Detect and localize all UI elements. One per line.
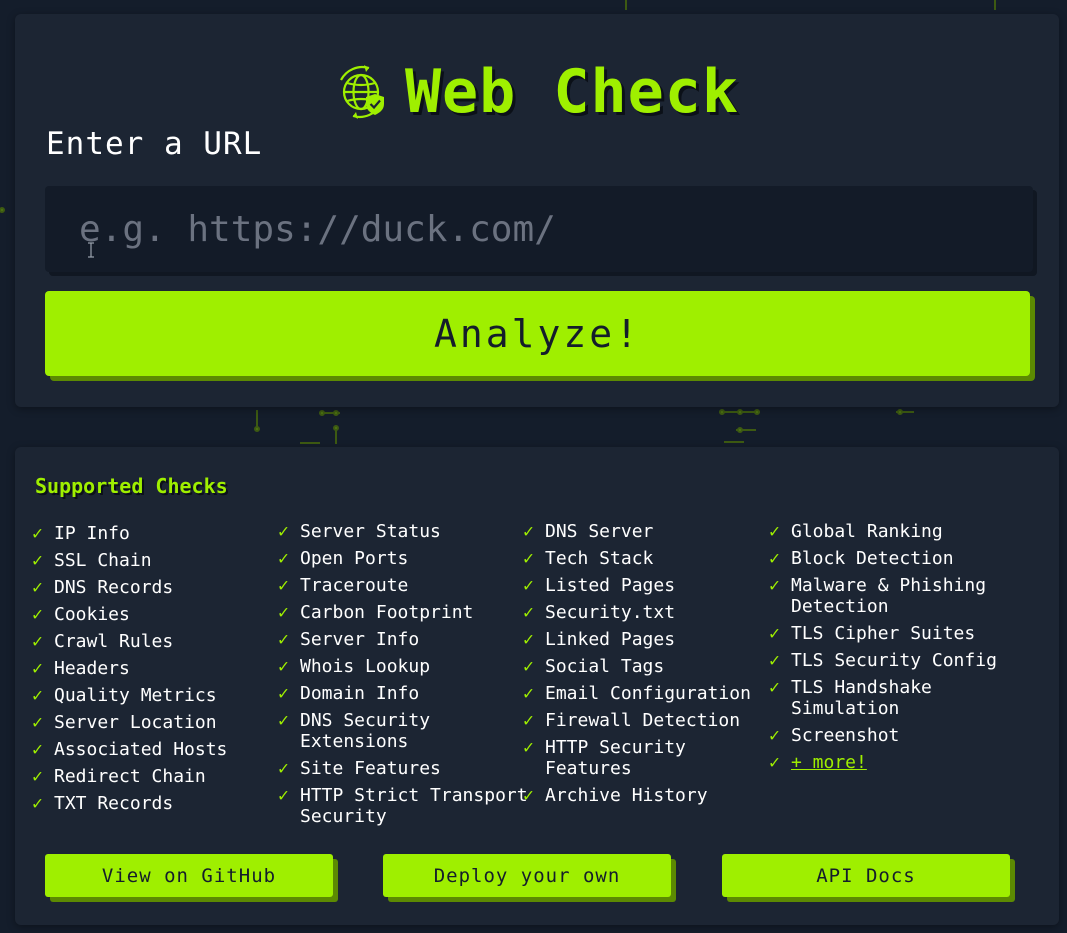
check-item: ✓ DNS Security Extensions xyxy=(278,710,431,752)
check-item: ✓ SSL Chain xyxy=(32,550,152,571)
check-icon: ✓ xyxy=(278,602,289,623)
check-item: ✓ Headers xyxy=(32,658,130,679)
analyze-button[interactable]: Analyze! xyxy=(45,291,1030,376)
check-item: ✓ Malware & Phishing Detection xyxy=(769,575,987,617)
check-item: ✓ Cookies xyxy=(32,604,130,625)
view-on-github-button[interactable]: View on GitHub xyxy=(45,854,333,897)
check-item: ✓ Email Configuration xyxy=(523,683,751,704)
check-item: ✓ Carbon Footprint xyxy=(278,602,474,623)
checks-column-4: ✓ Global Ranking ✓ Block Detection ✓ Malwar… xyxy=(769,521,1019,779)
check-item: ✓ Quality Metrics xyxy=(32,685,217,706)
brand-header: Web Check xyxy=(15,54,1059,129)
checks-column-1: ✓ IP Info ✓ SSL Chain ✓ DNS Records ✓ Cookie… xyxy=(32,523,282,820)
check-icon: ✓ xyxy=(32,604,43,625)
check-icon: ✓ xyxy=(32,766,43,787)
check-item: ✓ Redirect Chain xyxy=(32,766,206,787)
check-item: ✓ DNS Records xyxy=(32,577,174,598)
url-input-label: Enter a URL xyxy=(46,126,263,162)
check-item: ✓ Security.txt xyxy=(523,602,676,623)
check-icon: ✓ xyxy=(278,629,289,650)
check-icon: ✓ xyxy=(278,548,289,569)
check-icon: ✓ xyxy=(278,785,289,806)
check-icon: ✓ xyxy=(769,548,780,569)
check-item-more: ✓ + more! xyxy=(769,752,1019,773)
check-icon: ✓ xyxy=(523,629,534,650)
checks-column-2: ✓ Server Status ✓ Open Ports ✓ Traceroute ✓… xyxy=(278,521,528,833)
check-icon: ✓ xyxy=(523,683,534,704)
check-item: ✓ IP Info xyxy=(32,523,130,544)
check-item: ✓ HTTP Strict Transport Security xyxy=(278,785,528,827)
check-item: ✓ Block Detection xyxy=(769,548,954,569)
check-icon: ✓ xyxy=(523,548,534,569)
check-icon: ✓ xyxy=(769,650,780,671)
check-item: ✓ Crawl Rules xyxy=(32,631,174,652)
check-icon: ✓ xyxy=(32,712,43,733)
check-icon: ✓ xyxy=(523,521,534,542)
url-input[interactable] xyxy=(45,186,1033,272)
check-icon: ✓ xyxy=(523,737,534,758)
api-docs-button[interactable]: API Docs xyxy=(722,854,1010,897)
check-item: ✓ Domain Info xyxy=(278,683,420,704)
check-item: ✓ HTTP Security Features xyxy=(523,737,686,779)
check-item: ✓ Archive History xyxy=(523,785,708,806)
check-icon: ✓ xyxy=(32,523,43,544)
check-item: ✓ Social Tags xyxy=(523,656,665,677)
check-icon: ✓ xyxy=(769,521,780,542)
check-icon: ✓ xyxy=(32,631,43,652)
check-item: ✓ DNS Server xyxy=(523,521,654,542)
check-icon: ✓ xyxy=(278,758,289,779)
check-item: ✓ Screenshot xyxy=(769,725,900,746)
text-cursor-icon xyxy=(88,242,94,258)
check-item: ✓ Listed Pages xyxy=(523,575,676,596)
check-icon: ✓ xyxy=(769,677,780,698)
check-item: ✓ Traceroute xyxy=(278,575,409,596)
app-title: Web Check xyxy=(404,56,740,127)
check-icon: ✓ xyxy=(523,602,534,623)
check-item: ✓ Tech Stack xyxy=(523,548,654,569)
check-item: ✓ Open Ports xyxy=(278,548,409,569)
check-item: ✓ TXT Records xyxy=(32,793,174,814)
check-icon: ✓ xyxy=(523,575,534,596)
supported-checks-panel: Supported Checks ✓ IP Info ✓ SSL Chain ✓ DN… xyxy=(15,447,1059,925)
check-icon: ✓ xyxy=(523,656,534,677)
check-item: ✓ Linked Pages xyxy=(523,629,676,650)
check-item: ✓ Associated Hosts xyxy=(32,739,228,760)
check-icon: ✓ xyxy=(32,685,43,706)
check-item: ✓ Global Ranking xyxy=(769,521,943,542)
check-icon: ✓ xyxy=(769,752,780,773)
check-icon: ✓ xyxy=(769,623,780,644)
check-icon: ✓ xyxy=(32,658,43,679)
check-icon: ✓ xyxy=(769,725,780,746)
check-item: ✓ Site Features xyxy=(278,758,441,779)
checks-column-3: ✓ DNS Server ✓ Tech Stack ✓ Listed Pages ✓ S… xyxy=(523,521,773,812)
globe-shield-icon xyxy=(339,64,384,119)
check-item: ✓ TLS Security Config xyxy=(769,650,997,671)
check-item: ✓ TLS Cipher Suites xyxy=(769,623,976,644)
check-item: ✓ Server Location xyxy=(32,712,217,733)
check-item: ✓ Firewall Detection xyxy=(523,710,741,731)
more-checks-link[interactable]: + more! xyxy=(791,752,867,773)
check-icon: ✓ xyxy=(32,793,43,814)
check-icon: ✓ xyxy=(32,739,43,760)
check-icon: ✓ xyxy=(523,785,534,806)
check-item: ✓ Whois Lookup xyxy=(278,656,431,677)
check-icon: ✓ xyxy=(523,710,534,731)
check-icon: ✓ xyxy=(769,575,780,596)
deploy-your-own-button[interactable]: Deploy your own xyxy=(383,854,671,897)
check-icon: ✓ xyxy=(278,575,289,596)
check-item: ✓ Server Info xyxy=(278,629,420,650)
check-icon: ✓ xyxy=(278,683,289,704)
check-item: ✓ Server Status xyxy=(278,521,441,542)
check-icon: ✓ xyxy=(32,577,43,598)
check-icon: ✓ xyxy=(278,710,289,731)
check-icon: ✓ xyxy=(32,550,43,571)
supported-checks-heading: Supported Checks xyxy=(35,474,228,498)
check-icon: ✓ xyxy=(278,656,289,677)
check-icon: ✓ xyxy=(278,521,289,542)
url-entry-panel: Web Check Enter a URL Analyze! xyxy=(15,14,1059,407)
check-item: ✓ TLS Handshake Simulation xyxy=(769,677,932,719)
